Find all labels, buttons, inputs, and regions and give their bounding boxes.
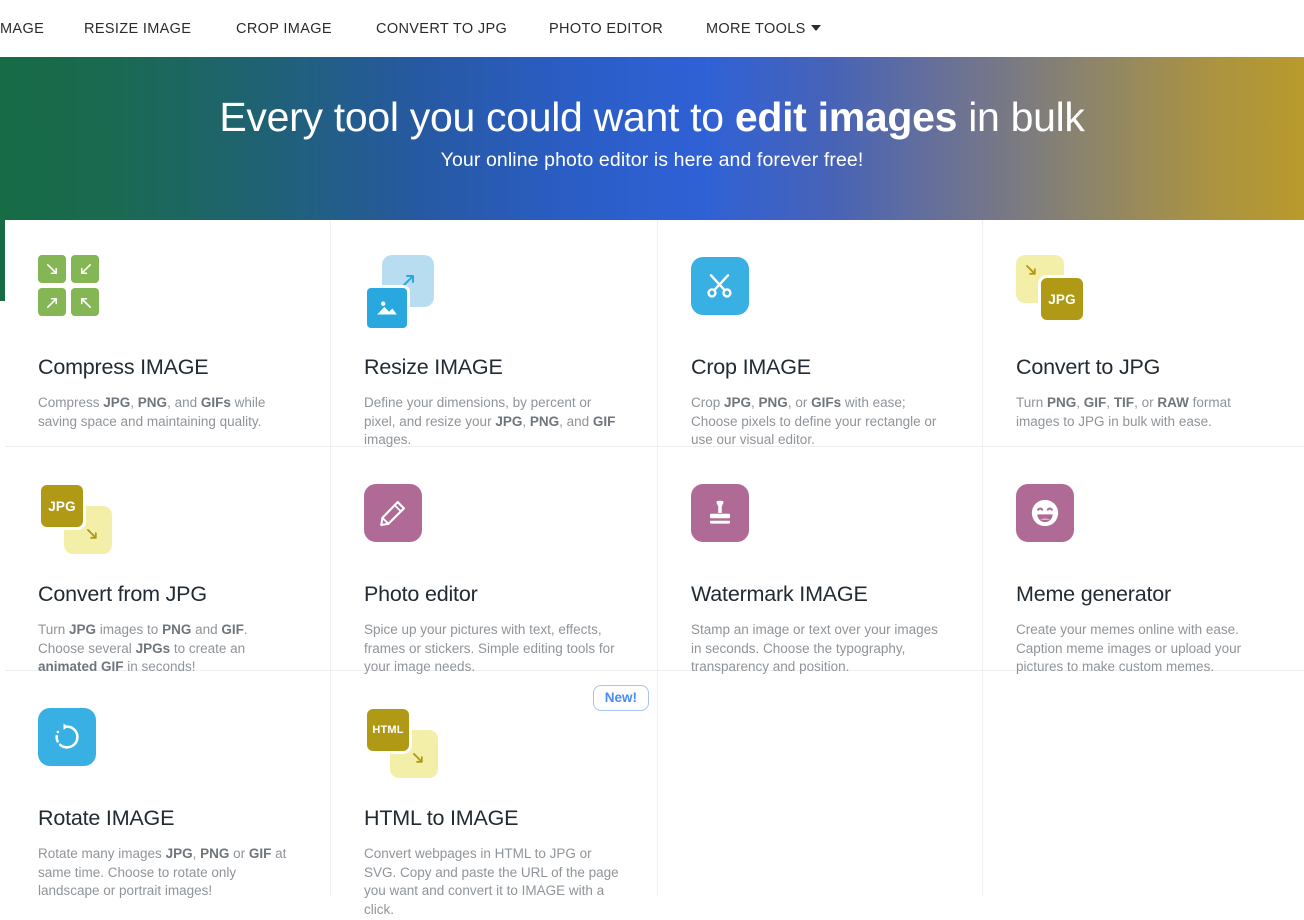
tool-description: Define your dimensions, by percent or pi… [364,394,616,448]
chevron-down-icon [810,25,821,31]
hero-title-emphasis: edit images [734,94,958,140]
convert-from-jpg-label: JPG [38,482,86,530]
hero-title-pre: Every tool you could want to [219,94,735,140]
resize-expand-icon [364,255,436,331]
nav-item-more-tools-label: MORE TOOLS [706,21,806,37]
tool-card-compress-image[interactable]: Compress IMAGE Compress JPG, PNG, and GI… [5,220,331,447]
tool-title[interactable]: Crop IMAGE [691,355,949,381]
tool-title[interactable]: Watermark IMAGE [691,582,949,608]
top-navigation-bar: MAGE RESIZE IMAGE CROP IMAGE CONVERT TO … [0,0,1304,57]
tool-card-watermark-image[interactable]: Watermark IMAGE Stamp an image or text o… [658,447,983,674]
tool-card-convert-from-jpg[interactable]: JPG Convert from JPG Turn JPG images to … [5,447,331,674]
hero-title: Every tool you could want to edit images… [0,94,1304,141]
nav-item-convert-to-jpg[interactable]: CONVERT TO JPG [376,21,507,37]
tool-grid-row: Compress IMAGE Compress JPG, PNG, and GI… [5,220,1304,447]
hero-subtitle: Your online photo editor is here and for… [440,149,864,171]
nav-item-crop-image[interactable]: CROP IMAGE [236,21,332,37]
hero-title-post: in bulk [957,94,1085,140]
smiley-face-icon [1016,482,1088,554]
tool-grid-row: JPG Convert from JPG Turn JPG images to … [5,447,1304,674]
pencil-icon [364,482,436,554]
scissors-icon [691,255,763,327]
tool-description: Stamp an image or text over your images … [691,621,938,675]
tool-description: Rotate many images JPG, PNG or GIF at sa… [38,845,287,899]
tool-description: Compress JPG, PNG, and GIFs while saving… [38,394,266,429]
tool-title[interactable]: Rotate IMAGE [38,806,297,832]
tool-title[interactable]: Convert from JPG [38,582,297,608]
tool-grid-empty-cell [658,671,983,896]
tool-grid-row: Rotate IMAGE Rotate many images JPG, PNG… [5,671,1304,917]
stamp-icon [691,482,763,554]
tool-description: Turn JPG images to PNG and GIF. Choose s… [38,621,248,675]
tool-title[interactable]: Meme generator [1016,582,1271,608]
tool-card-convert-to-jpg[interactable]: JPG Convert to JPG Turn PNG, GIF, TIF, o… [983,220,1304,447]
convert-to-jpg-label: JPG [1038,275,1086,323]
html-to-image-icon: HTML [364,706,438,778]
nav-item-more-tools[interactable]: MORE TOOLS [706,21,821,37]
tool-card-crop-image[interactable]: Crop IMAGE Crop JPG, PNG, or GIFs with e… [658,220,983,447]
tool-description: Crop JPG, PNG, or GIFs with ease; Choose… [691,394,937,448]
tool-title[interactable]: Photo editor [364,582,624,608]
tool-description: Create your memes online with ease. Capt… [1016,621,1242,675]
tool-description: Convert webpages in HTML to JPG or SVG. … [364,845,619,917]
tool-card-photo-editor[interactable]: Photo editor Spice up your pictures with… [331,447,658,674]
tool-description: Spice up your pictures with text, effect… [364,621,615,675]
rotate-arrow-icon [38,706,110,778]
tool-title[interactable]: HTML to IMAGE [364,806,624,832]
tool-grid-empty-cell [983,671,1304,896]
nav-item-photo-editor[interactable]: PHOTO EDITOR [549,21,663,37]
convert-to-jpg-icon: JPG [1016,255,1088,327]
tool-title[interactable]: Resize IMAGE [364,355,624,381]
tool-title[interactable]: Compress IMAGE [38,355,297,381]
tool-grid: Compress IMAGE Compress JPG, PNG, and GI… [5,220,1304,917]
hero-banner: Every tool you could want to edit images… [0,57,1304,220]
new-badge[interactable]: New! [592,685,649,711]
tool-title[interactable]: Convert to JPG [1016,355,1271,381]
convert-from-jpg-icon: JPG [38,482,112,554]
nav-item-resize-image[interactable]: RESIZE IMAGE [84,21,191,37]
tool-card-html-to-image[interactable]: New! HTML HTML to IMAGE Convert webpages… [331,671,658,917]
html-icon-label: HTML [364,706,412,754]
tool-description: Turn PNG, GIF, TIF, or RAW format images… [1016,394,1231,429]
tool-card-resize-image[interactable]: Resize IMAGE Define your dimensions, by … [331,220,658,447]
tool-card-meme-generator[interactable]: Meme generator Create your memes online … [983,447,1304,674]
compress-arrows-icon [38,255,110,327]
tool-card-rotate-image[interactable]: Rotate IMAGE Rotate many images JPG, PNG… [5,671,331,898]
nav-item-compress-image[interactable]: MAGE [0,21,44,37]
